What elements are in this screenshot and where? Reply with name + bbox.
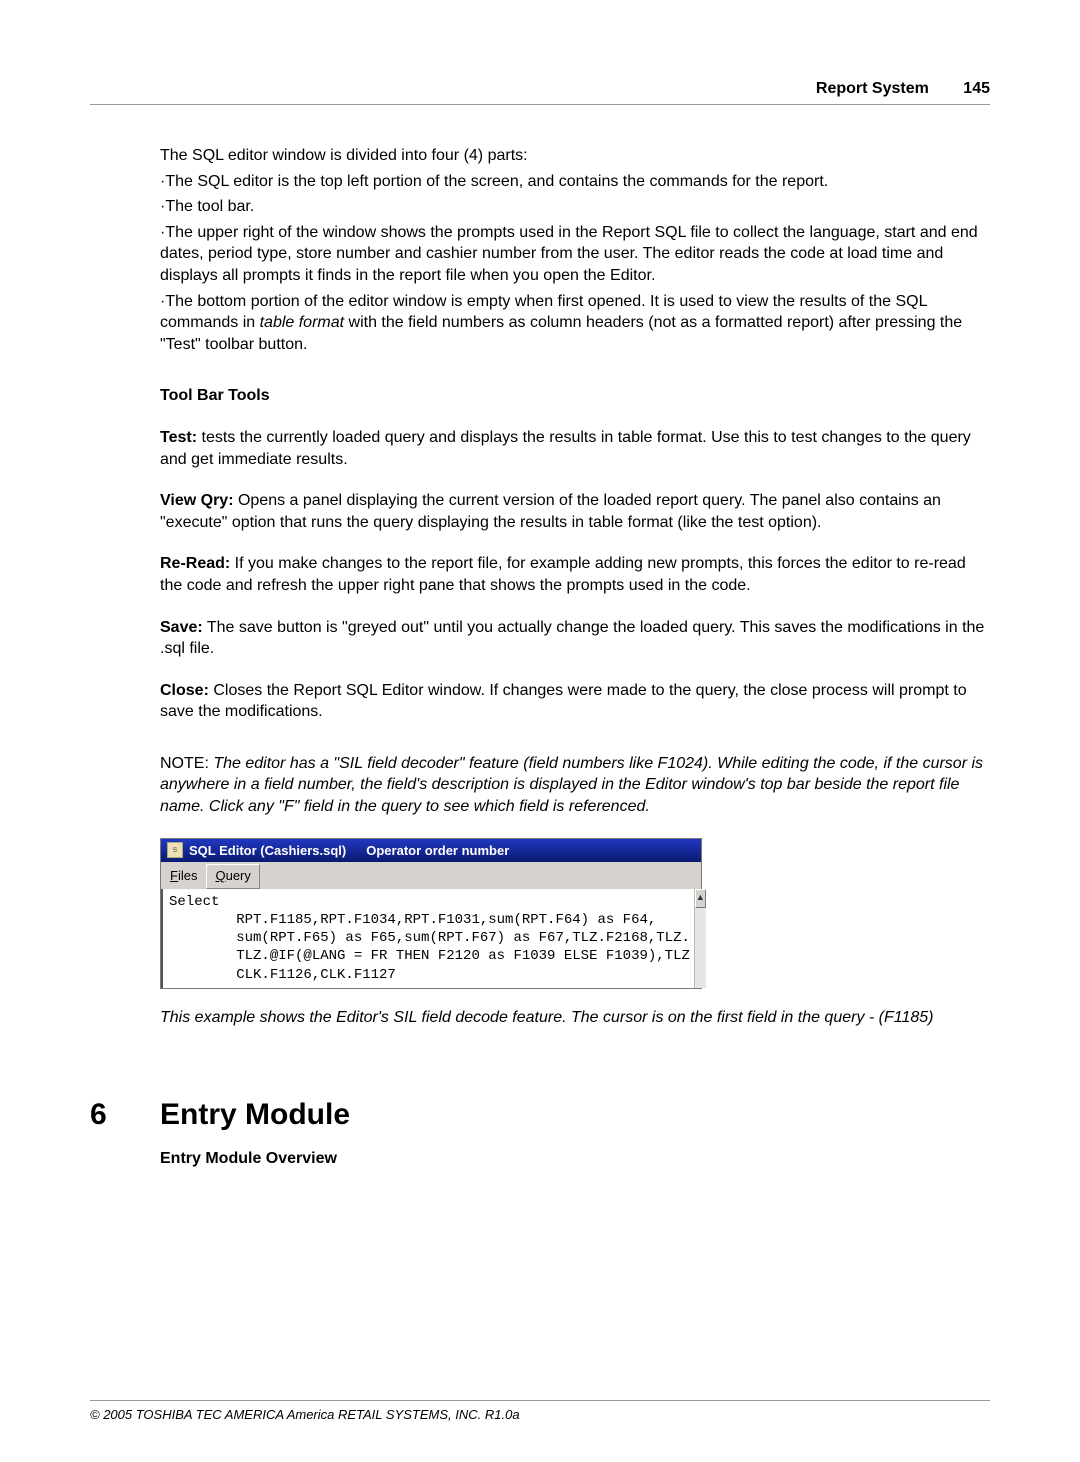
menu-query[interactable]: Query [206,864,259,889]
window-title-filename: SQL Editor (Cashiers.sql) [189,842,346,860]
note-paragraph: NOTE: The editor has a "SIL field decode… [160,753,990,818]
section-subheading: Entry Module Overview [160,1148,990,1170]
intro-line: The SQL editor window is divided into fo… [160,145,990,167]
sql-code-area[interactable]: Select RPT.F1185,RPT.F1034,RPT.F1031,sum… [161,889,694,988]
section-title: Entry Module [160,1098,350,1132]
scroll-track[interactable] [695,908,706,988]
section-number: 6 [90,1098,160,1132]
scroll-up-button[interactable]: ▲ [695,889,706,908]
tool-test: Test: tests the currently loaded query a… [160,427,990,470]
window-title-field-decode: Operator order number [366,842,509,860]
header-page-number: 145 [963,80,990,97]
page-footer: © 2005 TOSHIBA TEC AMERICA America RETAI… [90,1400,990,1422]
tool-close: Close: Closes the Report SQL Editor wind… [160,680,990,723]
page-header: Report System 145 [90,80,990,105]
intro-block: The SQL editor window is divided into fo… [160,145,990,355]
sql-editor-window: s SQL Editor (Cashiers.sql) Operator ord… [160,838,702,989]
intro-bullet-4: ·The bottom portion of the editor window… [160,291,990,356]
tool-re-read: Re-Read: If you make changes to the repo… [160,553,990,596]
menu-files[interactable]: Files [161,864,206,889]
intro-bullet-3: ·The upper right of the window shows the… [160,222,990,287]
tool-save: Save: The save button is "greyed out" un… [160,617,990,660]
header-title: Report System [816,80,929,97]
window-titlebar[interactable]: s SQL Editor (Cashiers.sql) Operator ord… [161,839,701,863]
intro-bullet-1: ·The SQL editor is the top left portion … [160,171,990,193]
figure-caption: This example shows the Editor's SIL fiel… [160,1007,990,1029]
intro-bullet-2: ·The tool bar. [160,196,990,218]
vertical-scrollbar[interactable]: ▲ [694,889,706,988]
tool-view-qry: View Qry: Opens a panel displaying the c… [160,490,990,533]
app-icon: s [167,842,183,858]
toolbar-heading: Tool Bar Tools [160,385,990,407]
window-menubar: Files Query [161,862,701,889]
